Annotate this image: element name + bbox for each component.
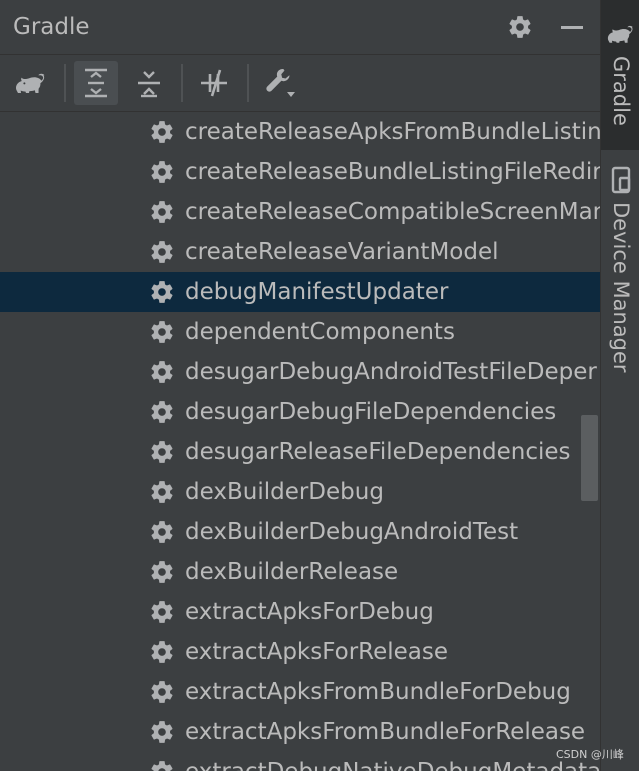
task-label: extractDebugNativeDebugMetadata bbox=[185, 757, 600, 771]
tab-gradle[interactable]: Gradle bbox=[601, 0, 639, 150]
task-label: dependentComponents bbox=[185, 319, 455, 345]
task-row[interactable]: createReleaseVariantModel bbox=[0, 232, 600, 272]
task-label: dexBuilderRelease bbox=[185, 559, 399, 585]
expand-all-button[interactable] bbox=[74, 61, 118, 105]
task-gear-icon bbox=[151, 641, 173, 663]
task-row[interactable]: dexBuilderDebug bbox=[0, 472, 600, 512]
task-row[interactable]: createReleaseCompatibleScreenMan bbox=[0, 192, 600, 232]
gear-icon bbox=[509, 16, 531, 38]
task-gear-icon bbox=[151, 121, 173, 143]
task-gear-icon bbox=[151, 241, 173, 263]
gradle-toolbar bbox=[0, 55, 600, 111]
task-gear-icon bbox=[151, 321, 173, 343]
task-label: dexBuilderDebugAndroidTest bbox=[185, 519, 519, 545]
task-gear-icon bbox=[151, 521, 173, 543]
task-label: desugarDebugFileDependencies bbox=[185, 399, 557, 425]
task-row[interactable]: extractDebugNativeDebugMetadata bbox=[0, 752, 600, 771]
task-gear-icon bbox=[151, 401, 173, 423]
minimize-button[interactable] bbox=[558, 13, 586, 41]
task-gear-icon bbox=[151, 481, 173, 503]
task-label: createReleaseVariantModel bbox=[185, 239, 499, 265]
gradle-tool-window: Gradle createReleaseApksFromBundleListin… bbox=[0, 0, 639, 771]
collapse-all-icon bbox=[138, 71, 160, 98]
task-row[interactable]: extractApksFromBundleForDebug bbox=[0, 672, 600, 712]
task-row[interactable]: dexBuilderDebugAndroidTest bbox=[0, 512, 600, 552]
device-icon bbox=[611, 166, 631, 194]
task-gear-icon bbox=[151, 361, 173, 383]
task-label: extractApksForRelease bbox=[185, 639, 449, 665]
watermark: CSDN @川峰 bbox=[556, 748, 624, 761]
task-label: debugManifestUpdater bbox=[185, 279, 449, 305]
task-gear-icon bbox=[151, 201, 173, 223]
expand-all-icon bbox=[85, 68, 107, 98]
tab-device-manager[interactable]: Device Manager bbox=[601, 158, 639, 398]
toggle-offline-mode-button[interactable] bbox=[192, 61, 236, 105]
collapse-all-button[interactable] bbox=[127, 61, 171, 105]
gradle-task-tree[interactable]: createReleaseApksFromBundleListin createR… bbox=[0, 112, 600, 771]
task-label: extractApksFromBundleForDebug bbox=[185, 679, 571, 705]
task-gear-icon bbox=[151, 441, 173, 463]
task-row[interactable]: extractApksForRelease bbox=[0, 632, 600, 672]
task-gear-icon bbox=[151, 761, 173, 771]
task-row[interactable]: dependentComponents bbox=[0, 312, 600, 352]
task-label: dexBuilderDebug bbox=[185, 479, 384, 505]
task-label: createReleaseApksFromBundleListin bbox=[185, 119, 600, 145]
task-label: desugarDebugAndroidTestFileDeper bbox=[185, 359, 597, 385]
task-gear-icon bbox=[151, 561, 173, 583]
task-label: createReleaseBundleListingFileRedire bbox=[185, 159, 600, 185]
task-label: desugarReleaseFileDependencies bbox=[185, 439, 571, 465]
task-row[interactable]: desugarDebugFileDependencies bbox=[0, 392, 600, 432]
minimize-icon bbox=[561, 26, 583, 29]
task-row[interactable]: createReleaseApksFromBundleListin bbox=[0, 112, 600, 152]
gradle-elephant-icon bbox=[607, 25, 633, 43]
task-gear-icon bbox=[151, 281, 173, 303]
task-row[interactable]: extractApksFromBundleForRelease bbox=[0, 712, 600, 752]
tab-gradle-label: Gradle bbox=[609, 56, 633, 126]
task-row[interactable]: debugManifestUpdater bbox=[0, 272, 600, 312]
vertical-scrollbar-thumb[interactable] bbox=[581, 415, 598, 501]
task-row[interactable]: dexBuilderRelease bbox=[0, 552, 600, 592]
tool-window-header: Gradle bbox=[0, 0, 600, 54]
toolbar-separator bbox=[64, 64, 66, 102]
build-tool-settings-button[interactable] bbox=[258, 61, 302, 105]
gradle-elephant-icon bbox=[16, 73, 45, 93]
tab-device-manager-label: Device Manager bbox=[609, 202, 633, 373]
settings-gear-button[interactable] bbox=[506, 13, 534, 41]
toolbar-separator bbox=[247, 64, 249, 102]
task-row[interactable]: createReleaseBundleListingFileRedire bbox=[0, 152, 600, 192]
execute-gradle-task-button[interactable] bbox=[9, 61, 53, 105]
build-settings-wrench-icon bbox=[266, 69, 295, 97]
task-label: extractApksFromBundleForRelease bbox=[185, 719, 586, 745]
toolbar-separator bbox=[181, 64, 183, 102]
task-row[interactable]: desugarReleaseFileDependencies bbox=[0, 432, 600, 472]
task-gear-icon bbox=[151, 161, 173, 183]
right-tool-window-strip: Gradle Device Manager bbox=[600, 0, 639, 771]
task-gear-icon bbox=[151, 721, 173, 743]
task-label: createReleaseCompatibleScreenMan bbox=[185, 199, 600, 225]
toggle-offline-icon bbox=[201, 69, 227, 97]
task-label: extractApksForDebug bbox=[185, 599, 434, 625]
task-gear-icon bbox=[151, 601, 173, 623]
tool-window-title: Gradle bbox=[13, 14, 90, 40]
task-row[interactable]: desugarDebugAndroidTestFileDeper bbox=[0, 352, 600, 392]
task-row[interactable]: extractApksForDebug bbox=[0, 592, 600, 632]
task-gear-icon bbox=[151, 681, 173, 703]
